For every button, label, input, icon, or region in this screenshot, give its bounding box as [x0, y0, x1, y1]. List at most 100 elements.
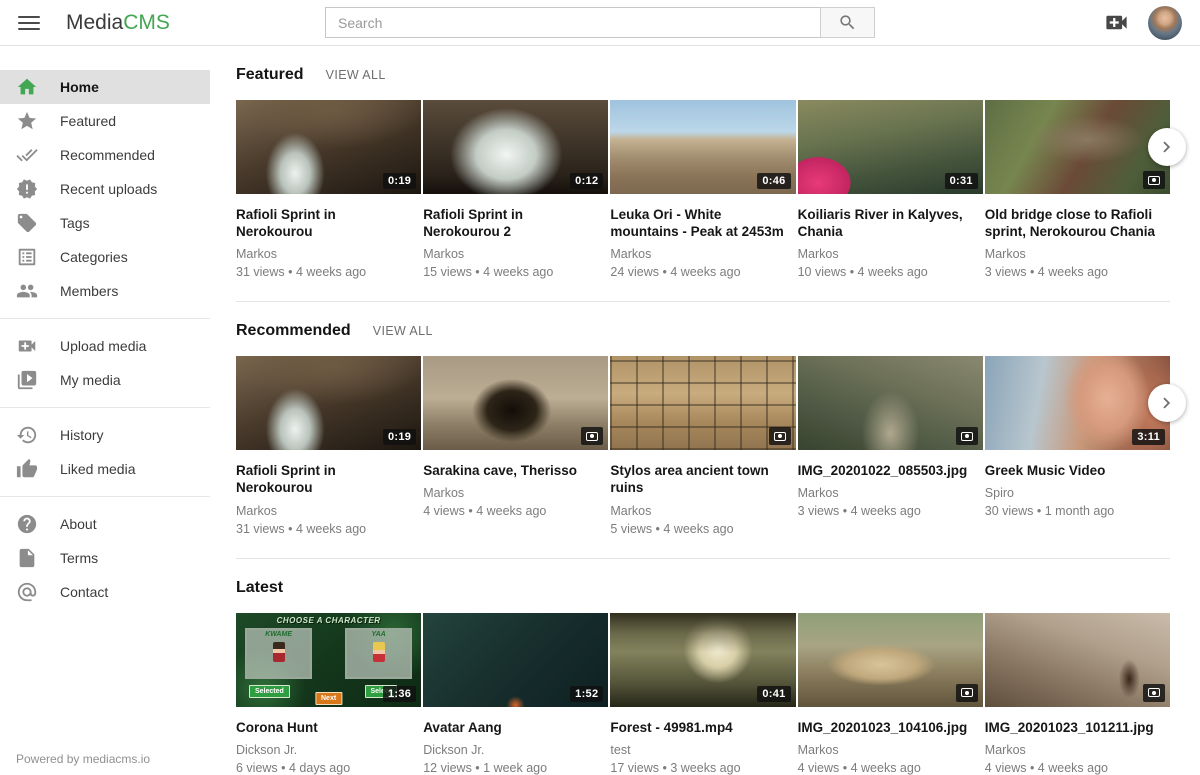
media-title[interactable]: Rafioli Sprint in Nerokourou — [236, 206, 421, 240]
sidebar-item-liked-media[interactable]: Liked media — [0, 452, 210, 486]
sidebar-item-about[interactable]: About — [0, 507, 210, 541]
media-thumbnail[interactable]: 0:41 — [610, 613, 795, 707]
game-character-box: YAA — [345, 628, 412, 679]
media-thumbnail[interactable]: 0:31 — [798, 100, 983, 194]
view-all-link[interactable]: VIEW ALL — [373, 324, 433, 338]
sidebar-item-history[interactable]: History — [0, 418, 210, 452]
sidebar-item-featured[interactable]: Featured — [0, 104, 210, 138]
media-thumbnail[interactable]: 0:46 — [610, 100, 795, 194]
media-title[interactable]: Corona Hunt — [236, 719, 421, 736]
media-title[interactable]: Avatar Aang — [423, 719, 608, 736]
media-title[interactable]: IMG_20201023_104106.jpg — [798, 719, 983, 736]
sidebar-item-members[interactable]: Members — [0, 274, 210, 308]
search-input[interactable] — [325, 7, 821, 38]
media-title[interactable]: Rafioli Sprint in Nerokourou 2 — [423, 206, 608, 240]
media-author[interactable]: Markos — [798, 486, 983, 500]
media-title[interactable]: Leuka Ori - White mountains - Peak at 24… — [610, 206, 795, 240]
sidebar-item-label: Members — [60, 283, 118, 299]
sidebar-item-home[interactable]: Home — [0, 70, 210, 104]
menu-icon[interactable] — [18, 12, 40, 34]
game-character-box: KWAME — [245, 628, 312, 679]
media-card[interactable]: 0:31 Koiliaris River in Kalyves, Chania Ma… — [798, 100, 983, 279]
sidebar-item-label: Featured — [60, 113, 116, 129]
search-icon — [838, 13, 857, 32]
media-author[interactable]: Markos — [236, 247, 421, 261]
media-card[interactable]: 0:19Rafioli Sprint in NerokourouMarkos31… — [236, 100, 421, 279]
sidebar-item-contact[interactable]: Contact — [0, 575, 210, 609]
members-icon — [16, 280, 38, 302]
media-card[interactable]: 0:41Forest - 49981.mp4test17 views • 3 w… — [610, 613, 795, 775]
avatar[interactable] — [1148, 6, 1182, 40]
media-author[interactable]: Dickson Jr. — [423, 743, 608, 757]
search-button[interactable] — [820, 7, 875, 38]
camera-glyph — [1148, 688, 1160, 697]
media-author[interactable]: Markos — [423, 486, 608, 500]
media-author[interactable]: Markos — [798, 247, 983, 261]
sidebar-item-my-media[interactable]: My media — [0, 363, 210, 397]
media-author[interactable]: Markos — [610, 504, 795, 518]
sidebar-item-upload-media[interactable]: Upload media — [0, 329, 210, 363]
section-title: Featured — [236, 66, 304, 84]
sidebar-item-categories[interactable]: Categories — [0, 240, 210, 274]
media-thumbnail[interactable] — [610, 356, 795, 450]
upload-icon — [16, 335, 38, 357]
media-title[interactable]: Greek Music Video — [985, 462, 1170, 479]
media-author[interactable]: Markos — [610, 247, 795, 261]
media-thumbnail[interactable] — [798, 356, 983, 450]
media-thumbnail[interactable]: 1:52 — [423, 613, 608, 707]
media-card[interactable]: CHOOSE A CHARACTERKWAMEYAASelectedNextSe… — [236, 613, 421, 775]
media-author[interactable]: test — [610, 743, 795, 757]
photo-icon — [581, 427, 603, 445]
next-arrow-button[interactable] — [1148, 128, 1186, 166]
media-title[interactable]: IMG_20201023_101211.jpg — [985, 719, 1170, 736]
media-card[interactable]: IMG_20201022_085503.jpgMarkos3 views • 4… — [798, 356, 983, 535]
sidebar-item-recommended[interactable]: Recommended — [0, 138, 210, 172]
media-card[interactable]: 3:11Greek Music VideoSpiro30 views • 1 m… — [985, 356, 1170, 535]
upload-media-icon[interactable] — [1103, 9, 1130, 36]
photo-icon — [1143, 684, 1165, 702]
logo[interactable]: MediaCMS — [66, 11, 170, 35]
media-card[interactable]: 0:19Rafioli Sprint in NerokourouMarkos31… — [236, 356, 421, 535]
media-thumbnail[interactable]: 3:11 — [985, 356, 1170, 450]
media-author[interactable]: Markos — [985, 247, 1170, 261]
media-thumbnail[interactable] — [423, 356, 608, 450]
media-views-date: 6 views • 4 days ago — [236, 761, 421, 775]
media-card[interactable]: IMG_20201023_101211.jpgMarkos4 views • 4… — [985, 613, 1170, 775]
next-arrow-button[interactable] — [1148, 384, 1186, 422]
media-title[interactable]: Sarakina cave, Therisso — [423, 462, 608, 479]
media-title[interactable]: Koiliaris River in Kalyves, Chania — [798, 206, 983, 240]
media-author[interactable]: Markos — [798, 743, 983, 757]
media-author[interactable]: Markos — [985, 743, 1170, 757]
media-author[interactable]: Markos — [236, 504, 421, 518]
media-thumbnail[interactable]: 0:19 — [236, 356, 421, 450]
media-author[interactable]: Markos — [423, 247, 608, 261]
media-thumbnail[interactable]: 0:19 — [236, 100, 421, 194]
media-thumbnail[interactable]: 0:12 — [423, 100, 608, 194]
media-author[interactable]: Spiro — [985, 486, 1170, 500]
sidebar-item-recent-uploads[interactable]: Recent uploads — [0, 172, 210, 206]
media-card[interactable]: Sarakina cave, TherissoMarkos4 views • 4… — [423, 356, 608, 535]
new-releases-icon — [16, 178, 38, 200]
media-thumbnail[interactable] — [798, 613, 983, 707]
media-thumbnail[interactable]: CHOOSE A CHARACTERKWAMEYAASelectedNextSe… — [236, 613, 421, 707]
media-thumbnail[interactable] — [985, 100, 1170, 194]
cards-row: 0:19Rafioli Sprint in NerokourouMarkos31… — [236, 100, 1170, 279]
media-card[interactable]: IMG_20201023_104106.jpgMarkos4 views • 4… — [798, 613, 983, 775]
media-card[interactable]: 0:12 Rafioli Sprint in Nerokourou 2 Markos… — [423, 100, 608, 279]
media-card[interactable]: 0:46 Leuka Ori - White mountains - Peak a… — [610, 100, 795, 279]
media-title[interactable]: IMG_20201022_085503.jpg — [798, 462, 983, 479]
sidebar-item-tags[interactable]: Tags — [0, 206, 210, 240]
sidebar-item-label: Terms — [60, 550, 98, 566]
media-card[interactable]: Old bridge close to Rafioli sprint, Nero… — [985, 100, 1170, 279]
view-all-link[interactable]: VIEW ALL — [326, 68, 386, 82]
media-title[interactable]: Old bridge close to Rafioli sprint, Nero… — [985, 206, 1170, 240]
media-title[interactable]: Forest - 49981.mp4 — [610, 719, 795, 736]
sidebar-item-terms[interactable]: Terms — [0, 541, 210, 575]
media-title[interactable]: Stylos area ancient town ruins — [610, 462, 795, 496]
media-title[interactable]: Rafioli Sprint in Nerokourou — [236, 462, 421, 496]
media-thumbnail[interactable] — [985, 613, 1170, 707]
media-card[interactable]: 1:52Avatar AangDickson Jr.12 views • 1 w… — [423, 613, 608, 775]
media-card[interactable]: Stylos area ancient town ruinsMarkos5 vi… — [610, 356, 795, 535]
media-author[interactable]: Dickson Jr. — [236, 743, 421, 757]
game-overlay-button: Next — [315, 692, 342, 705]
